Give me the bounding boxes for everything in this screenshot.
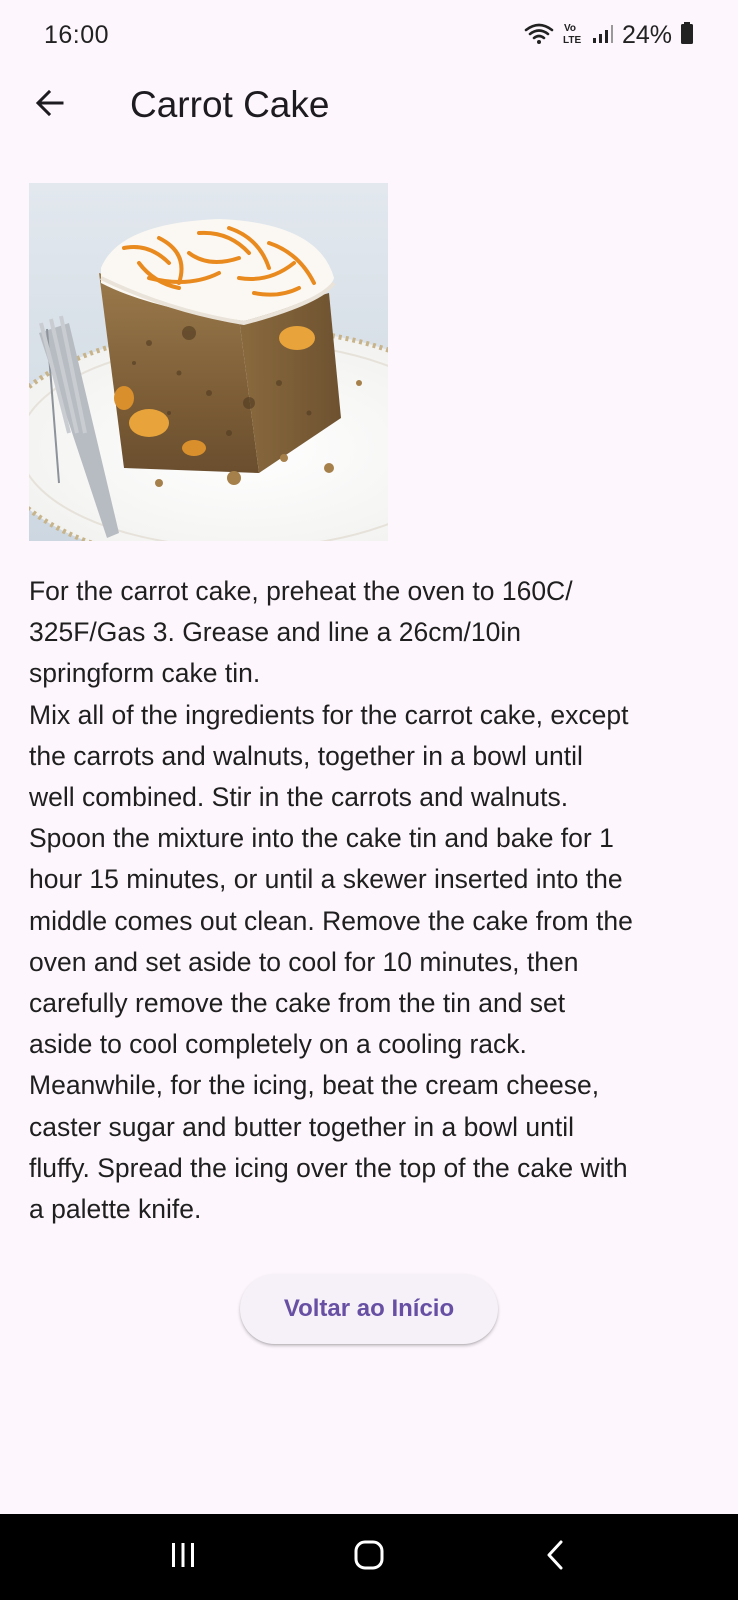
home-nav-button[interactable] [329,1527,409,1587]
back-button[interactable] [20,75,80,135]
battery-icon [680,21,694,50]
svg-text:Vo: Vo [564,23,576,34]
status-icons: Vo LTE 24% [524,21,694,50]
volte-icon: Vo LTE [562,21,584,50]
page-title: Carrot Cake [130,84,330,125]
svg-text:LTE: LTE [563,35,581,45]
signal-icon [592,21,614,50]
recipe-instructions: For the carrot cake, preheat the oven to… [29,576,633,1225]
app-bar: Carrot Cake [0,70,738,140]
system-nav-bar [0,1514,738,1600]
wifi-icon [524,21,554,50]
recent-apps-icon [168,1541,198,1574]
carrot-cake-image [29,183,388,541]
back-to-home-button[interactable]: Voltar ao Início [240,1274,498,1344]
status-time: 16:00 [44,20,110,49]
battery-percent: 24% [621,20,672,49]
arrow-left-icon [34,87,66,124]
home-icon [353,1539,385,1576]
back-nav-button[interactable] [515,1527,595,1587]
status-bar: 16:00 Vo LTE 24% [0,0,738,70]
back-icon [544,1539,566,1576]
recent-apps-button[interactable] [143,1527,223,1587]
